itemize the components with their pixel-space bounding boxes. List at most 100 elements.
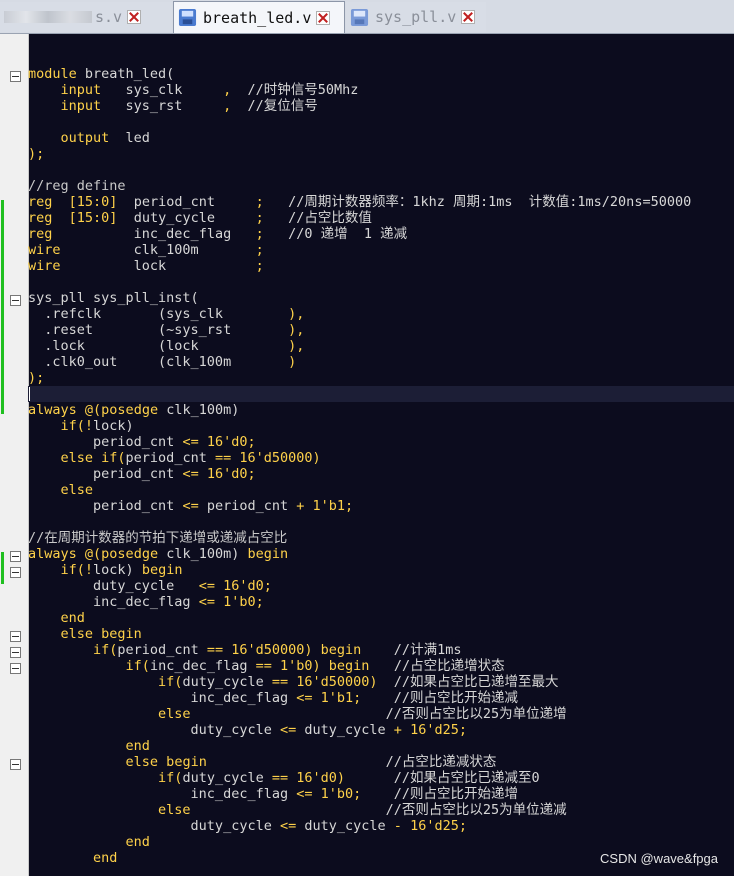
code-line: reg [15:0] period_cnt ; //周期计数器频率：1khz 周… <box>28 194 691 210</box>
tab-label: s.v <box>95 8 123 26</box>
code-keyword: 1'b0; <box>223 594 264 610</box>
code-keyword: else if( <box>60 450 126 466</box>
code-text: //否则占空比以25为单位递减 <box>190 802 567 818</box>
code-keyword: 16'd0; <box>223 578 272 594</box>
code-text: duty_cycle <box>28 578 199 594</box>
code-editor[interactable]: module breath_led( input sys_clk , //时钟信… <box>28 34 734 876</box>
code-line: else if(period_cnt == 16'd50000) <box>28 450 321 466</box>
code-line: else //否则占空比以25为单位递增 <box>28 706 567 722</box>
code-line: .clk0_out (clk_100m ) <box>28 354 296 370</box>
code-line: wire lock ; <box>28 258 264 274</box>
close-icon[interactable] <box>461 10 476 24</box>
code-keyword: module <box>28 66 77 82</box>
code-keyword: else <box>158 802 191 818</box>
code-line: input sys_rst , //复位信号 <box>28 98 318 114</box>
code-text: duty_cycle <box>182 770 272 786</box>
close-icon[interactable] <box>127 10 142 24</box>
code-text: //计满1ms <box>361 642 462 658</box>
fold-toggle-icon[interactable] <box>10 759 21 770</box>
code-text: .refclk (sys_clk <box>28 306 289 322</box>
code-keyword: <= <box>279 818 297 834</box>
fold-toggle-icon[interactable] <box>10 647 21 658</box>
code-line: .reset (~sys_rst ), <box>28 322 304 338</box>
code-line: if(period_cnt == 16'd50000) begin //计满1m… <box>28 642 461 658</box>
code-text: duty_cycle <box>182 674 272 690</box>
code-text: sys_pll sys_pll_inst( <box>28 290 199 306</box>
fold-toggle-icon[interactable] <box>10 295 21 306</box>
code-line: duty_cycle <= duty_cycle - 16'd25; <box>28 818 467 834</box>
code-keyword: input <box>60 98 102 114</box>
fold-toggle-icon[interactable] <box>10 631 21 642</box>
blurred-filename <box>4 11 92 23</box>
code-keyword: 1'b1; <box>312 498 354 514</box>
code-text: clk_100m) <box>158 546 248 562</box>
code-keyword: else begin <box>60 626 142 642</box>
code-text: //否则占空比以25为单位递增 <box>190 706 567 722</box>
code-keyword: ; <box>255 226 264 242</box>
code-keyword: if(! <box>60 562 94 578</box>
tab-breath-led[interactable]: breath_led.v <box>173 1 345 33</box>
code-keyword: == <box>271 674 289 690</box>
code-text: //占空比递增状态 <box>369 658 505 674</box>
code-text: //如果占空比已递减至0 <box>345 770 540 786</box>
code-keyword: wire <box>28 242 61 258</box>
code-text: lock) <box>93 562 142 578</box>
code-text: breath_led( <box>76 66 175 82</box>
code-line: else begin <box>28 626 142 642</box>
code-text: duty_cycle <box>296 722 394 738</box>
code-text: period_cnt <box>28 498 183 514</box>
code-line: ); <box>28 370 44 386</box>
code-keyword: == <box>206 642 224 658</box>
code-line: reg [15:0] duty_cycle ; //占空比数值 <box>28 210 372 226</box>
code-text: period_cnt <box>198 498 297 514</box>
fold-toggle-icon[interactable] <box>10 71 21 82</box>
code-text: period_cnt <box>117 194 256 210</box>
code-keyword: if( <box>158 770 183 786</box>
code-keyword: == <box>214 450 232 466</box>
code-text: clk_100m <box>60 242 256 258</box>
fold-toggle-icon[interactable] <box>10 567 21 578</box>
tab-hidden-file[interactable]: s.v <box>0 2 172 32</box>
code-keyword: <= <box>198 594 215 610</box>
code-keyword: reg <box>28 210 53 226</box>
fold-toggle-icon[interactable] <box>10 551 21 562</box>
fold-toggle-icon[interactable] <box>10 663 21 674</box>
code-text: period_cnt <box>125 450 215 466</box>
code-keyword: begin <box>247 546 289 562</box>
code-keyword: 16'd50000) <box>239 450 321 466</box>
code-line: else <box>28 482 94 498</box>
code-keyword: , <box>223 82 232 98</box>
code-line: module breath_led( <box>28 66 174 82</box>
code-keyword: <= <box>279 722 297 738</box>
code-keyword: ), <box>288 322 305 338</box>
code-text: clk_100m) <box>158 402 240 418</box>
code-keyword: == <box>271 770 289 786</box>
code-keyword: ) <box>288 354 297 370</box>
code-keyword: <= <box>182 498 199 514</box>
code-text: period_cnt <box>28 466 183 482</box>
code-text: sys_rst <box>101 98 224 114</box>
tab-sys-pll[interactable]: sys_pll.v <box>346 2 486 32</box>
code-text: .clk0_out (clk_100m <box>28 354 289 370</box>
code-text: led <box>109 130 150 146</box>
code-text: lock) <box>93 418 134 434</box>
code-keyword: 1'b0) <box>280 658 321 674</box>
change-marker <box>1 200 4 414</box>
close-icon[interactable] <box>316 10 331 25</box>
code-line: wire clk_100m ; <box>28 242 264 258</box>
code-keyword: ; <box>255 210 264 226</box>
code-keyword: <= <box>296 690 313 706</box>
code-keyword: end <box>93 850 118 866</box>
code-keyword: 16'd0) <box>296 770 346 786</box>
